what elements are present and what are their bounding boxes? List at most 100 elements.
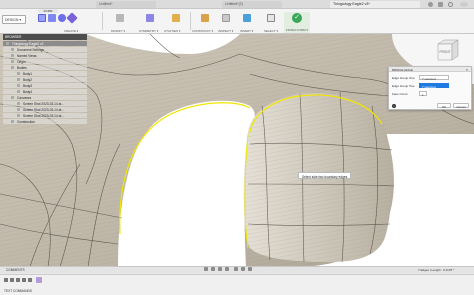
first-frame-icon[interactable]	[4, 278, 8, 282]
select-group: SELECT ▾	[260, 9, 282, 34]
browser-item-label: Screen Shot 2023-03-14 at...	[23, 107, 64, 112]
browser-item-canvases[interactable]: Canvases	[3, 95, 87, 100]
tab-active-document[interactable]: Thingiology Eagle2 v3*	[330, 1, 420, 8]
dialog-header[interactable]: BRIDGE EDGE	[389, 67, 471, 72]
separator	[102, 12, 103, 30]
last-frame-icon[interactable]	[28, 278, 32, 282]
browser-item-canvas-2[interactable]: Screen Shot 2023-03-14 at...	[3, 107, 87, 112]
zoom-icon[interactable]	[218, 267, 222, 271]
browser-item-label: Screen Shot 2023-03-14 at...	[23, 113, 64, 118]
insert-label[interactable]: INSERT ▾	[240, 29, 253, 33]
browser-item-canvas-3[interactable]: Screen Shot 2023-03-14 at...	[3, 113, 87, 118]
bridge-dialog: BRIDGE EDGE » Edge Group One 7 selected …	[388, 66, 472, 110]
inspect-group: INSPECT ▾	[214, 9, 238, 34]
browser-panel: BROWSER Thingiology Eagle2 v3 Document S…	[3, 34, 87, 146]
insert-image-icon[interactable]	[243, 14, 251, 22]
help-icon[interactable]	[448, 2, 453, 7]
title-bar: Untitled* Untitled*(2) Thingiology Eagle…	[0, 0, 474, 9]
view-cube[interactable]: FRONT	[432, 38, 462, 64]
dialog-title: BRIDGE EDGE	[392, 68, 413, 72]
browser-item-label: Screen Shot 2023-03-14 at...	[23, 101, 64, 106]
construct-label[interactable]: CONSTRUCT ▾	[192, 29, 213, 33]
browser-item-body4[interactable]: Body4	[3, 89, 87, 94]
browser-item-origin[interactable]: Origin	[3, 59, 87, 64]
browser-header[interactable]: BROWSER	[3, 34, 87, 40]
finish-form-label[interactable]: FINISH FORM ▾	[286, 28, 308, 32]
browser-item-label: Canvases	[17, 95, 32, 100]
pan-icon[interactable]	[211, 267, 215, 271]
comments-label[interactable]: COMMENTS	[6, 268, 25, 272]
play-icon[interactable]	[16, 278, 20, 282]
timeline-feature-form[interactable]	[36, 277, 42, 283]
account-avatar[interactable]	[460, 2, 468, 7]
modify-label[interactable]: MODIFY ▾	[111, 29, 125, 33]
fusion-app: Untitled* Untitled*(2) Thingiology Eagle…	[0, 0, 474, 295]
face-count-input[interactable]: 1	[419, 91, 427, 97]
folder-icon	[11, 54, 14, 57]
browser-item-bodies[interactable]: Bodies	[3, 65, 87, 70]
sphere-icon[interactable]	[58, 14, 66, 22]
create-label[interactable]: CREATE ▾	[64, 29, 78, 33]
plane-icon[interactable]	[48, 14, 56, 22]
close-icon[interactable]: »	[466, 68, 468, 72]
body-icon	[17, 78, 20, 81]
inspect-label[interactable]: INSPECT ▾	[218, 29, 233, 33]
utilities-label[interactable]: UTILITIES ▾	[164, 29, 180, 33]
browser-item-label: Construction	[17, 119, 35, 124]
navigation-bar	[196, 266, 276, 272]
viewports-icon[interactable]	[248, 267, 252, 271]
browser-item-named-views[interactable]: Named Views	[3, 53, 87, 58]
folder-icon	[11, 96, 14, 99]
tab-untitled-2[interactable]: Untitled*(2)	[222, 1, 282, 8]
edge-group-one-label: Edge Group One	[392, 76, 415, 80]
cancel-button[interactable]: Cancel	[453, 103, 469, 109]
browser-item-body2[interactable]: Body2	[3, 77, 87, 82]
select-label[interactable]: SELECT ▾	[264, 29, 278, 33]
folder-icon	[11, 66, 14, 69]
browser-item-label: Bodies	[17, 65, 27, 70]
browser-item-document-settings[interactable]: Document Settings	[3, 47, 87, 52]
browser-item-body3[interactable]: Body3	[3, 83, 87, 88]
torus-icon[interactable]	[66, 12, 78, 24]
profile-icon[interactable]	[428, 2, 433, 7]
timeline: TEXT COMMANDS	[0, 274, 474, 295]
browser-item-construction[interactable]: Construction	[3, 119, 87, 124]
construct-plane-icon[interactable]	[201, 14, 209, 22]
measure-icon[interactable]	[222, 14, 230, 22]
browser-item-label: Body1	[23, 71, 33, 76]
utilities-group: UTILITIES ▾	[164, 9, 190, 34]
symmetry-icon[interactable]	[146, 14, 154, 22]
ok-button[interactable]: OK	[437, 103, 451, 109]
select-cursor-icon[interactable]	[267, 14, 275, 22]
previous-icon[interactable]	[10, 278, 14, 282]
orbit-icon[interactable]	[204, 267, 208, 271]
browser-item-label: Document Settings	[17, 47, 44, 52]
display-settings-icon[interactable]	[234, 267, 238, 271]
browser-item-label: Body3	[23, 83, 33, 88]
modify-icon[interactable]	[116, 14, 124, 22]
tab-untitled[interactable]: Untitled*	[96, 1, 156, 8]
workspace-switcher[interactable]: DESIGN ▾	[2, 15, 26, 24]
symmetry-label[interactable]: SYMMETRY ▾	[139, 29, 158, 33]
browser-item-body1[interactable]: Body1	[3, 71, 87, 76]
body-icon	[17, 72, 20, 75]
view-cube-label: FRONT	[440, 50, 451, 54]
edge-group-two-field[interactable]: 7 selected	[419, 83, 449, 89]
utilities-icon[interactable]	[172, 14, 180, 22]
edge-group-one-field[interactable]: 7 selected	[419, 75, 449, 81]
browser-item-document[interactable]: Thingiology Eagle2 v3	[3, 41, 87, 46]
selection-status: 7 Edges | Length : 0.1178 *	[418, 268, 455, 272]
gear-icon	[11, 48, 14, 51]
checkmark-icon[interactable]: ✓	[292, 13, 302, 23]
notifications-icon[interactable]	[438, 2, 443, 7]
face-count-label: Face Count	[392, 92, 408, 96]
tab-label: Untitled*	[99, 2, 113, 6]
box-icon[interactable]	[38, 14, 46, 22]
info-icon[interactable]: i	[392, 104, 396, 108]
fit-icon[interactable]	[225, 267, 229, 271]
browser-item-canvas-1[interactable]: Screen Shot 2023-03-14 at...	[3, 101, 87, 106]
grid-icon[interactable]	[241, 267, 245, 271]
edge-group-two-label: Edge Group Two	[392, 84, 415, 88]
text-commands-label[interactable]: TEXT COMMANDS	[4, 289, 32, 293]
next-icon[interactable]	[22, 278, 26, 282]
